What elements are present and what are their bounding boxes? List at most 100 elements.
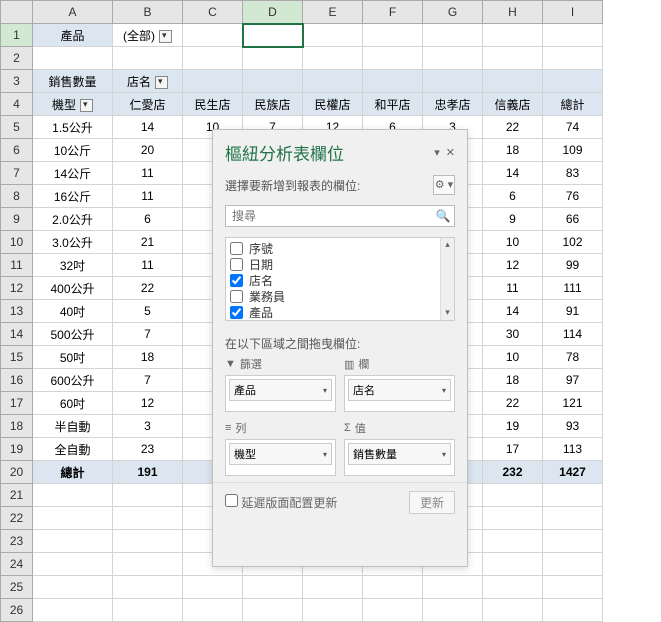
row-header-23[interactable]: 23: [1, 530, 33, 553]
row-header-11[interactable]: 11: [1, 254, 33, 277]
cell-I13[interactable]: 91: [543, 300, 603, 323]
field-row-4[interactable]: 產品: [230, 304, 450, 320]
field-search[interactable]: 🔍: [225, 205, 455, 227]
cell-B19[interactable]: 23: [113, 438, 183, 461]
row-header-18[interactable]: 18: [1, 415, 33, 438]
cell-I26[interactable]: [543, 599, 603, 622]
col-header-A[interactable]: A: [33, 1, 113, 24]
cell-H6[interactable]: 18: [483, 139, 543, 162]
cell-H18[interactable]: 19: [483, 415, 543, 438]
cell-B7[interactable]: 11: [113, 162, 183, 185]
cell-A26[interactable]: [33, 599, 113, 622]
cell-G1[interactable]: [423, 24, 483, 47]
cell-A22[interactable]: [33, 507, 113, 530]
cell-E3[interactable]: [303, 70, 363, 93]
cell-C1[interactable]: [183, 24, 243, 47]
field-row-1[interactable]: 日期: [230, 256, 450, 272]
cell-D1[interactable]: [243, 24, 303, 47]
filter-area-item[interactable]: 產品▾: [229, 379, 332, 401]
field-checkbox[interactable]: [230, 290, 243, 303]
cell-I8[interactable]: 76: [543, 185, 603, 208]
cell-A13[interactable]: 40吋: [33, 300, 113, 323]
dropdown-icon[interactable]: [155, 76, 168, 89]
update-button[interactable]: 更新: [409, 491, 455, 514]
cell-I25[interactable]: [543, 576, 603, 599]
cell-B18[interactable]: 3: [113, 415, 183, 438]
cell-G3[interactable]: [423, 70, 483, 93]
dropdown-icon[interactable]: [80, 99, 93, 112]
cell-H3[interactable]: [483, 70, 543, 93]
cell-A17[interactable]: 60吋: [33, 392, 113, 415]
row-header-19[interactable]: 19: [1, 438, 33, 461]
cell-I23[interactable]: [543, 530, 603, 553]
cell-D25[interactable]: [243, 576, 303, 599]
cell-C25[interactable]: [183, 576, 243, 599]
field-checkbox[interactable]: [230, 258, 243, 271]
row-header-8[interactable]: 8: [1, 185, 33, 208]
cell-F26[interactable]: [363, 599, 423, 622]
cell-D3[interactable]: [243, 70, 303, 93]
cell-A18[interactable]: 半自動: [33, 415, 113, 438]
cell-I1[interactable]: [543, 24, 603, 47]
cell-H17[interactable]: 22: [483, 392, 543, 415]
cell-H21[interactable]: [483, 484, 543, 507]
cell-I24[interactable]: [543, 553, 603, 576]
col-header-I[interactable]: I: [543, 1, 603, 24]
col-header-G[interactable]: G: [423, 1, 483, 24]
search-icon[interactable]: 🔍: [432, 206, 454, 226]
cell-A6[interactable]: 10公斤: [33, 139, 113, 162]
col-header-F[interactable]: F: [363, 1, 423, 24]
row-header-2[interactable]: 2: [1, 47, 33, 70]
row-header-25[interactable]: 25: [1, 576, 33, 599]
row-header-16[interactable]: 16: [1, 369, 33, 392]
cell-I9[interactable]: 66: [543, 208, 603, 231]
cell-A11[interactable]: 32吋: [33, 254, 113, 277]
cell-I20[interactable]: 1427: [543, 461, 603, 484]
cell-A25[interactable]: [33, 576, 113, 599]
cell-A14[interactable]: 500公升: [33, 323, 113, 346]
col-header-B[interactable]: B: [113, 1, 183, 24]
cell-B9[interactable]: 6: [113, 208, 183, 231]
cell-B21[interactable]: [113, 484, 183, 507]
cell-A21[interactable]: [33, 484, 113, 507]
cell-I22[interactable]: [543, 507, 603, 530]
cell-H19[interactable]: 17: [483, 438, 543, 461]
cell-F25[interactable]: [363, 576, 423, 599]
row-header-10[interactable]: 10: [1, 231, 33, 254]
cell-C4[interactable]: 民生店: [183, 93, 243, 116]
cell-I7[interactable]: 83: [543, 162, 603, 185]
col-header-H[interactable]: H: [483, 1, 543, 24]
cell-I21[interactable]: [543, 484, 603, 507]
cell-B3[interactable]: 店名: [113, 70, 183, 93]
cell-B26[interactable]: [113, 599, 183, 622]
cell-H13[interactable]: 14: [483, 300, 543, 323]
row-header-5[interactable]: 5: [1, 116, 33, 139]
cell-B20[interactable]: 191: [113, 461, 183, 484]
cell-C26[interactable]: [183, 599, 243, 622]
row-header-1[interactable]: 1: [1, 24, 33, 47]
row-header-3[interactable]: 3: [1, 70, 33, 93]
gear-icon[interactable]: ⚙ ▾: [433, 175, 455, 195]
scroll-down-icon[interactable]: ▾: [441, 306, 454, 320]
cell-I11[interactable]: 99: [543, 254, 603, 277]
cell-A20[interactable]: 總計: [33, 461, 113, 484]
rows-area[interactable]: ≡列 機型▾: [225, 420, 336, 476]
select-all-corner[interactable]: [1, 1, 33, 24]
col-header-D[interactable]: D: [243, 1, 303, 24]
cell-I18[interactable]: 93: [543, 415, 603, 438]
row-header-13[interactable]: 13: [1, 300, 33, 323]
cell-B17[interactable]: 12: [113, 392, 183, 415]
cell-I3[interactable]: [543, 70, 603, 93]
cell-H22[interactable]: [483, 507, 543, 530]
cell-H25[interactable]: [483, 576, 543, 599]
cell-I12[interactable]: 111: [543, 277, 603, 300]
cell-B11[interactable]: 11: [113, 254, 183, 277]
cell-B23[interactable]: [113, 530, 183, 553]
rows-area-item[interactable]: 機型▾: [229, 443, 332, 465]
cell-I4[interactable]: 總計: [543, 93, 603, 116]
cell-F2[interactable]: [363, 47, 423, 70]
cell-H9[interactable]: 9: [483, 208, 543, 231]
cell-H12[interactable]: 11: [483, 277, 543, 300]
cell-B13[interactable]: 5: [113, 300, 183, 323]
cell-H4[interactable]: 信義店: [483, 93, 543, 116]
